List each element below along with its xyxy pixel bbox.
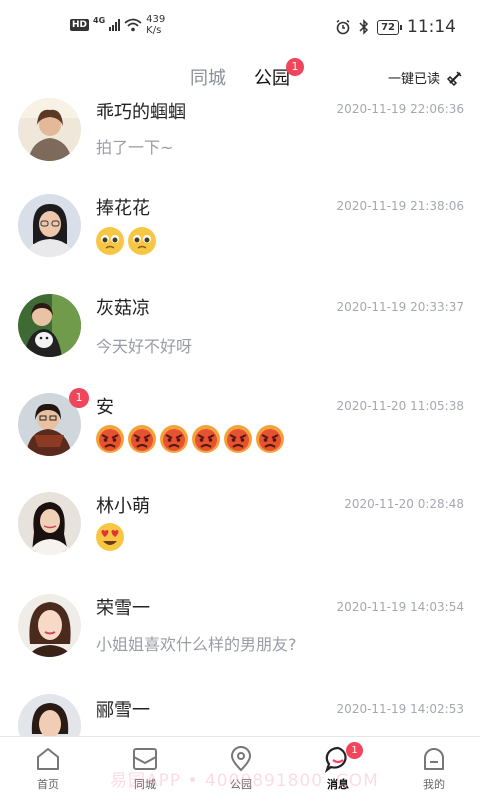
contact-name: 林小萌 xyxy=(96,496,150,517)
contact-name: 捧花花 xyxy=(96,198,150,219)
message-time: 2020-11-20 0:28:48 xyxy=(344,497,464,511)
nav-profile[interactable]: 我的 xyxy=(404,745,464,792)
avatar[interactable] xyxy=(18,694,81,736)
emoji-row xyxy=(95,424,285,454)
hd-badge: HD xyxy=(70,19,90,31)
message-row[interactable]: 1 安 2020-11-20 11:05:38 xyxy=(0,388,480,496)
message-row[interactable]: 荣雪一 2020-11-19 14:03:54 小姐姐喜欢什么样的男朋友? xyxy=(0,594,480,694)
home-icon xyxy=(37,748,59,770)
message-time: 2020-11-19 22:06:36 xyxy=(336,102,464,116)
angry-face-emoji xyxy=(160,425,188,453)
tab-park-badge: 1 xyxy=(286,58,304,76)
speed-value: 439 xyxy=(146,14,166,25)
message-row[interactable]: 灰菇凉 2020-11-19 20:33:37 今天好不好呀 xyxy=(0,294,480,396)
speed-unit: K/s xyxy=(146,25,162,36)
tab-park[interactable]: 公园 xyxy=(254,64,290,90)
mark-all-read-label: 一键已读 xyxy=(387,72,440,87)
pleading-face-emoji xyxy=(128,227,156,255)
nav-label: 首页 xyxy=(37,778,59,791)
contact-name: 郦雪一 xyxy=(96,700,150,721)
heart-eyes-face-emoji xyxy=(96,523,124,551)
nav-home[interactable]: 首页 xyxy=(18,745,78,792)
contact-name: 安 xyxy=(96,397,114,418)
network-type: 4G xyxy=(93,15,106,25)
unread-badge: 1 xyxy=(69,388,89,408)
avatar[interactable] xyxy=(18,194,81,257)
message-time: 2020-11-19 14:02:53 xyxy=(336,702,464,716)
nav-label: 我的 xyxy=(423,778,445,791)
angry-face-emoji xyxy=(128,425,156,453)
profile-icon xyxy=(424,748,444,770)
angry-face-emoji xyxy=(256,425,284,453)
message-time: 2020-11-19 14:03:54 xyxy=(336,600,464,614)
mark-all-read-button[interactable]: 一键已读 xyxy=(388,68,464,87)
angry-face-emoji xyxy=(192,425,220,453)
avatar[interactable] xyxy=(18,98,81,161)
message-preview: 小姐姐喜欢什么样的男朋友? xyxy=(96,635,297,654)
contact-name: 灰菇凉 xyxy=(96,298,150,319)
net-speed: 439 K/s xyxy=(146,14,165,36)
tab-city[interactable]: 同城 xyxy=(190,64,226,90)
message-row[interactable]: 捧花花 2020-11-19 21:38:06 xyxy=(0,194,480,296)
top-tabs: 同城 公园 1 一键已读 xyxy=(0,56,480,96)
message-preview: 拍了一下~ xyxy=(96,138,174,157)
emoji-row xyxy=(95,226,157,256)
contact-name: 乖巧的蝈蝈 xyxy=(96,102,186,123)
signal-icon xyxy=(109,19,121,31)
angry-face-emoji xyxy=(224,425,252,453)
message-list: 乖巧的蝈蝈 2020-11-19 22:06:36 拍了一下~ 捧花花 2020… xyxy=(0,96,480,736)
status-right: 72 11:14 xyxy=(335,17,456,37)
message-time: 2020-11-19 21:38:06 xyxy=(336,199,464,213)
clock: 11:14 xyxy=(407,17,456,37)
avatar[interactable] xyxy=(18,492,81,555)
message-preview: 今天好不好呀 xyxy=(96,337,193,356)
status-left: HD 4G 439 K/s xyxy=(70,14,165,36)
avatar[interactable] xyxy=(18,594,81,657)
message-time: 2020-11-20 11:05:38 xyxy=(336,399,464,413)
message-row[interactable]: 乖巧的蝈蝈 2020-11-19 22:06:36 拍了一下~ xyxy=(0,96,480,196)
pleading-face-emoji xyxy=(96,227,124,255)
angry-face-emoji xyxy=(96,425,124,453)
message-row[interactable]: 郦雪一 2020-11-19 14:02:53 xyxy=(0,694,480,736)
contact-name: 荣雪一 xyxy=(96,598,150,619)
avatar[interactable] xyxy=(18,294,81,357)
wifi-icon xyxy=(124,18,142,32)
status-bar: HD 4G 439 K/s 72 11:14 xyxy=(0,0,480,56)
nav-messages-badge: 1 xyxy=(346,742,363,759)
emoji-row xyxy=(95,522,125,552)
message-time: 2020-11-19 20:33:37 xyxy=(336,300,464,314)
bluetooth-icon xyxy=(359,19,369,35)
battery-icon: 72 xyxy=(377,19,402,35)
watermark: 易园APP • 4000891800 .COM xyxy=(110,771,379,791)
broom-icon xyxy=(446,70,462,86)
message-row[interactable]: 林小萌 2020-11-20 0:28:48 xyxy=(0,492,480,594)
alarm-icon xyxy=(336,19,350,35)
